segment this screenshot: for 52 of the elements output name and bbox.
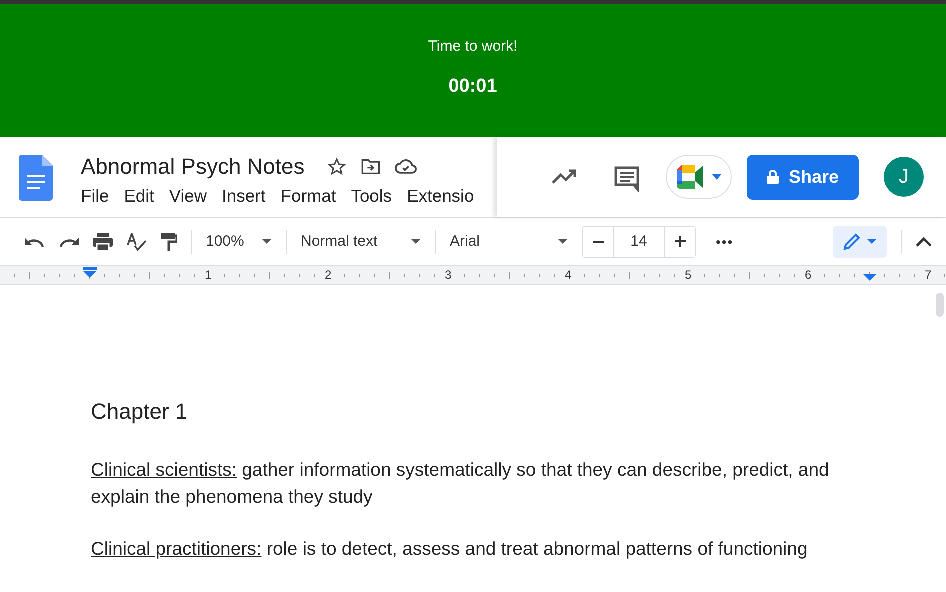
ruler-number: 6: [804, 268, 813, 282]
redo-icon[interactable]: [59, 236, 79, 248]
paragraph: Clinical scientists: gather information systematically so that they can describe, predict, and explain the phenomena they study: [91, 458, 830, 509]
paint-format-icon[interactable]: [161, 232, 177, 250]
minus-icon: [592, 240, 604, 242]
paragraph-style-dropdown[interactable]: Normal text: [301, 233, 421, 250]
zoom-dropdown[interactable]: 100%: [206, 233, 272, 250]
move-to-folder-icon[interactable]: [360, 158, 381, 176]
timer-message: Time to work!: [428, 38, 518, 55]
account-avatar[interactable]: J: [884, 157, 924, 197]
cloud-check-icon[interactable]: [394, 159, 417, 175]
paragraph: Clinical practitioners: role is to detect, assess and treat abnormal patterns of functioning: [91, 537, 809, 561]
timer-countdown: 00:01: [448, 76, 498, 98]
ruler-number: 4: [564, 268, 573, 282]
document-icon[interactable]: [19, 155, 53, 201]
collapse-icon[interactable]: [916, 236, 932, 246]
caret-icon: [558, 239, 568, 244]
scrollbar-thumb[interactable]: [936, 293, 944, 317]
ruler-number: 5: [684, 268, 693, 282]
caret-icon: [262, 239, 272, 244]
menu-item[interactable]: Format: [280, 186, 336, 207]
comment-icon[interactable]: [614, 166, 640, 192]
plus-icon: [674, 236, 686, 247]
lock-icon: [766, 170, 779, 184]
caret-icon: [867, 239, 877, 244]
menu-item[interactable]: File: [81, 186, 110, 207]
ruler-number: 2: [324, 268, 333, 282]
ruler-number: 3: [444, 268, 453, 282]
pencil-icon: [843, 232, 861, 250]
ruler-number: 7: [924, 268, 933, 282]
ruler-number: 1: [204, 268, 213, 282]
spellcheck-icon[interactable]: [127, 232, 147, 250]
undo-icon[interactable]: [25, 236, 45, 248]
more-options-button[interactable]: •••: [716, 234, 734, 250]
menu-item[interactable]: Tools: [351, 186, 392, 207]
caret-icon: [712, 174, 722, 180]
menu-item[interactable]: Extensio: [407, 186, 474, 207]
left-indent-marker[interactable]: [83, 267, 97, 278]
meet-button[interactable]: [666, 155, 732, 199]
menu-item[interactable]: Insert: [222, 186, 266, 207]
star-icon[interactable]: [326, 157, 347, 177]
menu-item[interactable]: View: [169, 186, 207, 207]
right-indent-marker[interactable]: [863, 274, 877, 281]
menu-item[interactable]: Edit: [124, 186, 154, 207]
trending-up-icon[interactable]: [552, 169, 578, 185]
print-icon[interactable]: [93, 232, 113, 250]
share-button[interactable]: Share: [747, 154, 859, 200]
font-dropdown[interactable]: Arial: [450, 233, 568, 250]
caret-icon: [411, 239, 421, 244]
editing-mode-button[interactable]: [833, 226, 887, 258]
chapter-heading: Chapter 1: [91, 399, 189, 425]
document-title[interactable]: Abnormal Psych Notes: [81, 154, 305, 180]
